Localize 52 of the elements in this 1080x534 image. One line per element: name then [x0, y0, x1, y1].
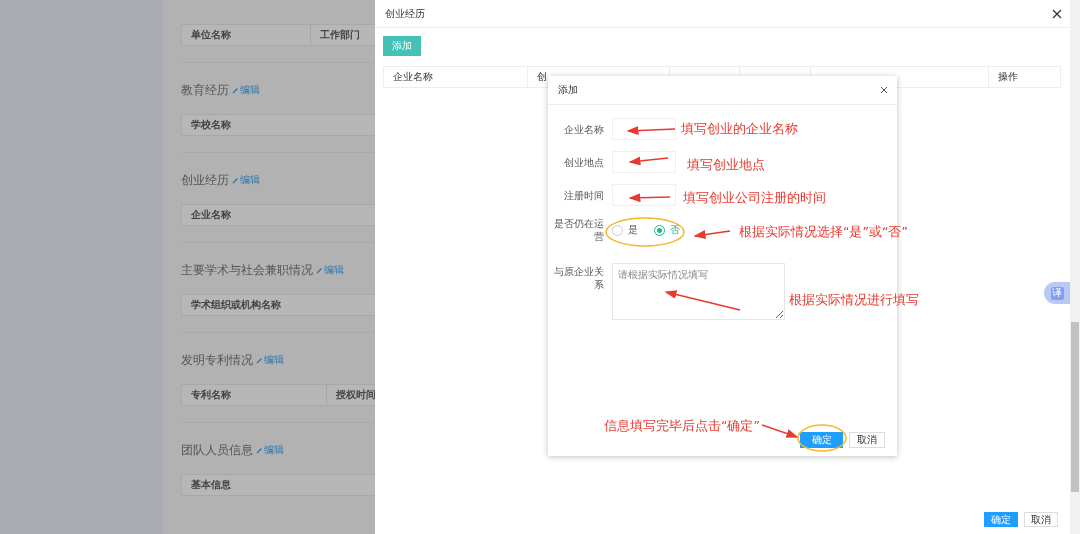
annotation-text: 根据实际情况选择“是”或“否” [739, 224, 908, 240]
annotation-arrow [628, 156, 669, 166]
annotation-text: 根据实际情况进行填写 [789, 292, 919, 308]
pencil-icon[interactable] [256, 356, 263, 364]
edit-link[interactable]: 编辑 [232, 173, 260, 187]
cancel-button[interactable]: 取消 [1024, 512, 1058, 527]
add-button[interactable]: 添加 [383, 36, 421, 56]
column-header: 专利名称 [182, 385, 327, 405]
translate-badge[interactable]: 译 [1044, 282, 1070, 304]
field-label: 创业地点 [563, 156, 604, 169]
edit-link[interactable]: 编辑 [256, 443, 284, 457]
pencil-icon[interactable] [256, 446, 263, 454]
annotation-arrow [693, 230, 731, 239]
radio-option[interactable]: 否 [654, 223, 680, 237]
column-header: 企业名称 [384, 67, 528, 87]
edit-link[interactable]: 编辑 [256, 353, 284, 367]
drawer-title: 创业经历 [385, 6, 425, 21]
annotation-text: 信息填写完毕后点击“确定” [604, 418, 760, 434]
pencil-icon[interactable] [232, 86, 239, 94]
confirm-button[interactable]: 确定 [800, 432, 843, 448]
field-label: 企业名称 [563, 123, 604, 136]
annotation-arrow [626, 126, 676, 136]
annotation-arrow [628, 193, 671, 203]
section-title: 发明专利情况 [181, 351, 253, 369]
annotation-arrow [761, 424, 799, 438]
field-label: 是否仍在运营 [553, 217, 604, 243]
close-icon[interactable] [880, 86, 888, 94]
input-field[interactable] [612, 151, 676, 173]
pencil-icon[interactable] [316, 266, 323, 274]
edit-link[interactable]: 编辑 [316, 263, 344, 277]
input-field[interactable] [612, 184, 676, 206]
section-title: 创业经历 [181, 171, 229, 189]
annotation-text: 填写创业地点 [687, 157, 765, 173]
scrollbar-thumb[interactable] [1071, 322, 1079, 492]
annotation-text: 填写创业公司注册的时间 [683, 190, 826, 206]
field-label: 注册时间 [563, 189, 604, 202]
edit-link[interactable]: 编辑 [232, 83, 260, 97]
confirm-button[interactable]: 确定 [984, 512, 1018, 527]
section-title: 团队人员信息 [181, 441, 253, 459]
section-title: 主要学术与社会兼职情况 [181, 261, 313, 279]
column-header: 单位名称 [182, 25, 311, 45]
radio-option[interactable]: 是 [612, 223, 638, 237]
text-area[interactable]: 请根据实际情况填写 [612, 263, 785, 320]
column-header: 操作 [997, 70, 1020, 84]
highlight-ellipse [797, 424, 847, 452]
pencil-icon[interactable] [232, 176, 239, 184]
input-field[interactable] [612, 118, 676, 140]
close-icon[interactable] [1052, 8, 1062, 19]
cancel-button[interactable]: 取消 [849, 432, 885, 448]
annotation-text: 填写创业的企业名称 [681, 121, 798, 137]
section-title: 教育经历 [181, 81, 229, 99]
field-label: 与原企业关系 [553, 265, 604, 291]
